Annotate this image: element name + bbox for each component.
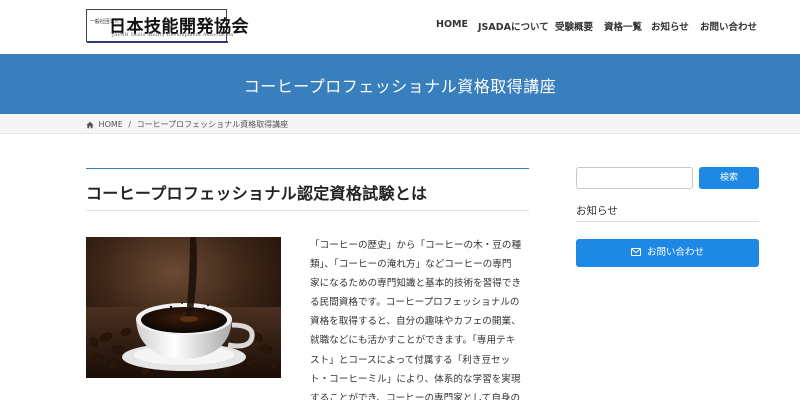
nav-contact[interactable]: お問い合わせ bbox=[700, 19, 757, 33]
paragraph-line: スト」とコースによって付属する「利き豆セッ bbox=[310, 354, 511, 366]
envelope-icon bbox=[630, 248, 641, 256]
heading-bottom-rule bbox=[86, 210, 529, 211]
paragraph-line: することができ、コーヒーの専門家として自身の bbox=[310, 392, 521, 400]
page-banner: コーヒープロフェッショナル資格取得講座 bbox=[0, 54, 800, 114]
breadcrumb-home-link[interactable]: HOME bbox=[99, 120, 123, 129]
contact-button[interactable]: お問い合わせ bbox=[576, 239, 759, 267]
search-button[interactable]: 検索 bbox=[699, 167, 759, 189]
coffee-photo bbox=[86, 237, 281, 378]
paragraph-line: 「コーヒーの歴史」から「コーヒーの木・豆の種 bbox=[310, 240, 522, 251]
paragraph-line: 類」、「コーヒーの淹れ方」などコーヒーの専門 bbox=[310, 259, 512, 271]
main-nav: HOME JSADAについて 受験概要 資格一覧 お知らせ お問い合わせ bbox=[0, 19, 800, 35]
page-title: コーヒープロフェッショナル資格取得講座 bbox=[243, 77, 557, 96]
search-input[interactable] bbox=[576, 167, 693, 189]
paragraph-line: ト・コーヒーミル」により、体系的な学習を実現 bbox=[310, 373, 521, 385]
nav-news[interactable]: お知らせ bbox=[651, 19, 689, 33]
nav-home[interactable]: HOME bbox=[436, 19, 468, 30]
contact-button-label: お問い合わせ bbox=[647, 247, 705, 258]
site-header: 一般社団法人 日本技能開発協会 JAPAN Skills Ability Dev… bbox=[0, 0, 800, 54]
nav-about[interactable]: JSADAについて bbox=[478, 19, 549, 33]
home-icon bbox=[86, 121, 94, 128]
logo-underline bbox=[87, 41, 228, 43]
nav-qualifications[interactable]: 資格一覧 bbox=[604, 19, 642, 33]
news-widget-rule bbox=[576, 221, 759, 222]
heading-top-rule bbox=[86, 168, 529, 169]
news-widget-title: お知らせ bbox=[576, 205, 618, 217]
paragraph-line: 家になるための専門知識と基本的技術を習得でき bbox=[310, 278, 522, 290]
section-heading: コーヒープロフェッショナル認定資格試験とは bbox=[86, 184, 428, 203]
breadcrumb-current: コーヒープロフェッショナル資格取得講座 bbox=[136, 120, 289, 129]
paragraph-line: 就職などにも活かすことができます。「専用テキ bbox=[310, 335, 516, 347]
breadcrumb-separator: / bbox=[128, 120, 132, 129]
paragraph-line: る民間資格です。コーヒープロフェッショナルの bbox=[310, 297, 520, 309]
intro-paragraph: 「コーヒーの歴史」から「コーヒーの木・豆の種 類」、「コーヒーの淹れ方」などコー… bbox=[310, 236, 532, 400]
nav-exam-overview[interactable]: 受験概要 bbox=[555, 19, 593, 33]
breadcrumb: HOME / コーヒープロフェッショナル資格取得講座 bbox=[0, 114, 800, 134]
paragraph-line: 資格を取得すると、自分の趣味やカフェの開業、 bbox=[310, 316, 521, 328]
